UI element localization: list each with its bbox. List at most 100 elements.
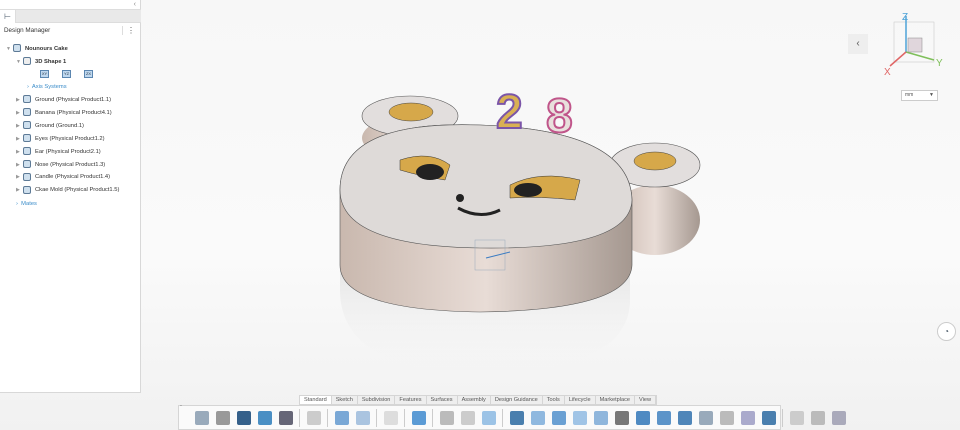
- thicken-icon[interactable]: [656, 410, 671, 425]
- tab-lifecycle[interactable]: Lifecycle: [565, 396, 596, 404]
- shape-icon: [23, 57, 31, 66]
- tab-subdivision[interactable]: Subdivision: [358, 396, 396, 404]
- new-icon[interactable]: [194, 410, 209, 425]
- expand-icon[interactable]: ▶: [16, 146, 23, 158]
- x-axis-label: X: [884, 67, 891, 78]
- tree-item[interactable]: ▶ Eyes (Physical Product1.2): [16, 133, 105, 145]
- extrude-icon[interactable]: [509, 410, 524, 425]
- panel-title: Design Manager: [4, 27, 51, 34]
- view-cube[interactable]: Z Y X: [880, 8, 950, 78]
- reference-planes: XY YZ ZX: [40, 70, 106, 78]
- tree-item[interactable]: ▶ Ear (Physical Product2.1): [16, 146, 101, 158]
- expand-icon[interactable]: ▶: [16, 171, 23, 183]
- yz-plane-icon[interactable]: YZ: [62, 70, 71, 78]
- tree-tab-icon[interactable]: ⊢: [0, 10, 16, 23]
- xy-plane-icon[interactable]: XY: [40, 70, 49, 78]
- units-dropdown[interactable]: mm: [901, 90, 938, 101]
- design-manager-panel: ‹ ⊢ Design Manager ⋮ ▼ Nounours Cake ▼ 3D …: [0, 0, 141, 393]
- tab-assembly[interactable]: Assembly: [458, 396, 491, 404]
- tree-item[interactable]: ▶ Ckae Mold (Physical Product1.5): [16, 184, 119, 196]
- tree-mates[interactable]: › Mates: [16, 198, 37, 210]
- expand-icon[interactable]: ▶: [16, 184, 23, 196]
- toolbar-separator: [376, 408, 377, 427]
- funnel-icon[interactable]: [810, 410, 825, 425]
- tree-item[interactable]: ▶ Banana (Physical Product4.1): [16, 107, 112, 119]
- toolbar-separator: [782, 408, 783, 427]
- candle-digit-2: 2: [496, 86, 523, 139]
- toolbar-tabs: Standard Sketch Subdivision Features Surface…: [299, 395, 658, 405]
- box-primitive-icon[interactable]: [789, 410, 804, 425]
- product-icon: [23, 121, 31, 130]
- panel-menu-icon[interactable]: ⋮: [122, 26, 135, 35]
- expand-icon[interactable]: ▶: [16, 107, 23, 119]
- expand-icon[interactable]: ▶: [16, 94, 23, 106]
- product-icon: [23, 95, 31, 104]
- fill-icon[interactable]: [635, 410, 650, 425]
- gear-icon[interactable]: [306, 410, 321, 425]
- convert-icon[interactable]: [831, 410, 846, 425]
- expand-icon[interactable]: ▶: [16, 120, 23, 132]
- symmetry-icon[interactable]: [719, 410, 734, 425]
- subd-box-icon[interactable]: [439, 410, 454, 425]
- measure-tool-icon[interactable]: ◔: [937, 322, 956, 341]
- open-icon[interactable]: [215, 410, 230, 425]
- subdivision-grid-icon[interactable]: [411, 410, 426, 425]
- tab-tools[interactable]: Tools: [543, 396, 565, 404]
- toolbar-separator: [432, 408, 433, 427]
- toolbar-separator: [299, 408, 300, 427]
- product-icon: [23, 108, 31, 117]
- tree-3d-shape[interactable]: ▼ 3D Shape 1: [16, 56, 66, 68]
- mirror-icon[interactable]: [740, 410, 755, 425]
- tree-axis-systems[interactable]: › Axis Systems: [27, 81, 67, 93]
- cake-model[interactable]: 2 8: [0, 0, 960, 430]
- undo-icon[interactable]: [334, 410, 349, 425]
- tab-features[interactable]: Features: [395, 396, 427, 404]
- tab-view[interactable]: View: [635, 396, 657, 404]
- loft-icon[interactable]: [572, 410, 587, 425]
- offset-icon[interactable]: [551, 410, 566, 425]
- panel-tabstrip: ⊢: [0, 9, 141, 23]
- save-icon[interactable]: [236, 410, 251, 425]
- revolve-icon[interactable]: [530, 410, 545, 425]
- candle-digit-8: 8: [546, 90, 573, 143]
- product-icon: [23, 134, 31, 143]
- expand-icon[interactable]: ▶: [16, 133, 23, 145]
- subd-face-icon[interactable]: [481, 410, 496, 425]
- help-icon[interactable]: [383, 410, 398, 425]
- properties-icon[interactable]: [278, 410, 293, 425]
- tree-item[interactable]: ▶ Ground (Physical Product1.1): [16, 94, 111, 106]
- collapse-panel-icon[interactable]: ‹: [134, 1, 136, 8]
- product-icon: [23, 185, 31, 194]
- toolbar-separator: [404, 408, 405, 427]
- zx-plane-icon[interactable]: ZX: [84, 70, 93, 78]
- crease-icon[interactable]: [698, 410, 713, 425]
- delete-face-icon[interactable]: [677, 410, 692, 425]
- product-icon: [13, 44, 21, 53]
- expand-icon[interactable]: ▶: [16, 159, 23, 171]
- product-icon: [23, 172, 31, 181]
- tree-item[interactable]: ▶ Nose (Physical Product1.3): [16, 159, 105, 171]
- tab-surfaces[interactable]: Surfaces: [427, 396, 458, 404]
- toolbar-separator: [327, 408, 328, 427]
- toolbar-separator: [502, 408, 503, 427]
- product-icon: [23, 147, 31, 156]
- weld-icon[interactable]: [761, 410, 776, 425]
- tree-item[interactable]: ▶ Ground (Ground.1): [16, 120, 84, 132]
- tab-sketch[interactable]: Sketch: [332, 396, 358, 404]
- tab-marketplace[interactable]: Marketplace: [596, 396, 636, 404]
- toolbar: [178, 405, 846, 430]
- y-axis-label: Y: [936, 58, 943, 69]
- expand-panel-button[interactable]: ‹: [848, 34, 868, 54]
- toolbar-collapse-icon[interactable]: ˇ: [180, 406, 182, 412]
- tree-item[interactable]: ▶ Candle (Physical Product1.4): [16, 171, 110, 183]
- redo-icon[interactable]: [355, 410, 370, 425]
- z-axis-label: Z: [902, 12, 908, 23]
- bridge-icon[interactable]: [614, 410, 629, 425]
- 3d-viewport[interactable]: 2 8: [0, 0, 960, 430]
- tab-standard[interactable]: Standard: [300, 396, 332, 404]
- tab-design-guidance[interactable]: Design Guidance: [491, 396, 543, 404]
- subd-plane-icon[interactable]: [460, 410, 475, 425]
- sweep-icon[interactable]: [593, 410, 608, 425]
- tree-root[interactable]: ▼ Nounours Cake: [6, 43, 68, 55]
- refresh-icon[interactable]: [257, 410, 272, 425]
